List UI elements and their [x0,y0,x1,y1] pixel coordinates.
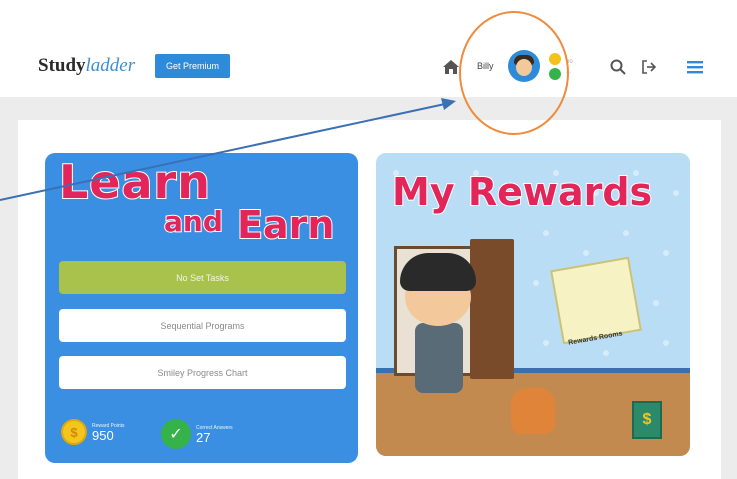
door [470,239,514,379]
character-body [415,323,463,393]
reward-points-value: 950 [92,427,114,443]
sequential-programs-button[interactable]: Sequential Programs [59,309,346,342]
logout-icon[interactable] [638,56,660,78]
user-avatar[interactable] [508,50,540,82]
learn-title: Learn [58,155,211,209]
correct-answers-stat: ✓ Correct Answers 27 [161,419,233,449]
get-premium-button[interactable]: Get Premium [155,54,230,78]
cat-character [511,388,555,434]
and-title: and [163,204,224,239]
reward-points-label: Reward Points [92,422,125,429]
home-icon[interactable] [440,56,462,78]
smiley-progress-chart-button[interactable]: Smiley Progress Chart [59,356,346,389]
smiley-status-icon [549,53,561,65]
earn-title: Earn [236,202,335,248]
check-status-icon [549,68,561,80]
reward-points-stat: $ Reward Points 950 [61,419,125,445]
menu-icon[interactable] [684,56,706,78]
app-screen: Studyladder Get Premium Billy oo ... Lea… [0,0,737,479]
correct-answers-value: 27 [196,429,211,445]
my-rewards-title: My Rewards [391,169,653,215]
coin-icon: $ [61,419,87,445]
check-icon: ✓ [161,419,191,449]
status-indicators [549,53,561,83]
no-set-tasks-button[interactable]: No Set Tasks [59,261,346,294]
dollar-book-icon: $ [632,401,662,439]
character-hair [400,253,476,291]
logo-study: Study [38,55,86,76]
status-counts: oo ... [566,59,573,75]
logo-ladder: ladder [85,55,136,76]
rewards-rooms-board[interactable] [550,256,642,345]
search-icon[interactable] [607,56,629,78]
correct-answers-label: Correct Answers [196,424,233,431]
user-name[interactable]: Billy [477,61,494,71]
studyladder-logo[interactable]: Studyladder [38,55,135,77]
